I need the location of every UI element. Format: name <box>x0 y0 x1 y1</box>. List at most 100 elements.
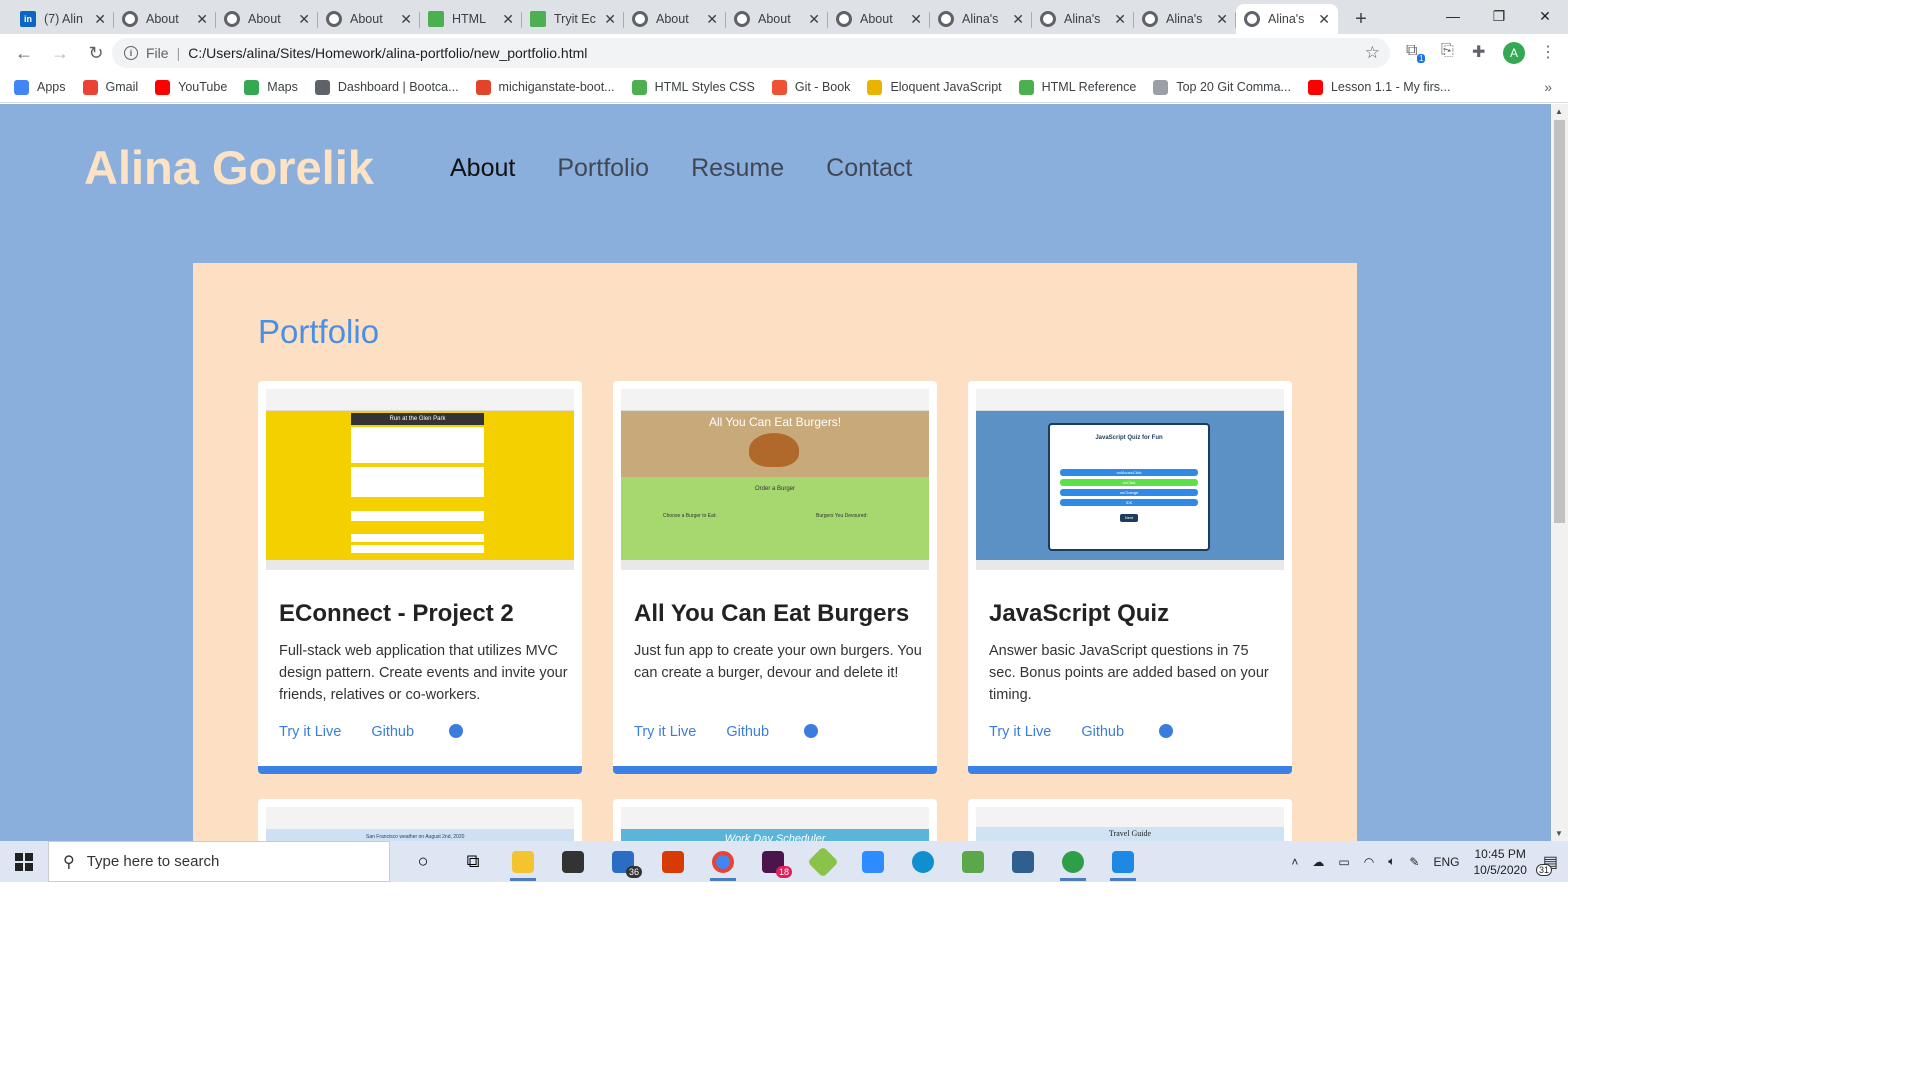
browser-tab[interactable]: About ✕ <box>624 4 726 34</box>
task-view-icon[interactable]: ⧉ <box>448 841 498 882</box>
wifi-icon[interactable]: ◠ <box>1364 855 1374 869</box>
browser-tab[interactable]: Alina's ✕ <box>1236 4 1338 34</box>
try-it-live-link[interactable]: Try it Live <box>279 724 341 740</box>
tab-close-icon[interactable]: ✕ <box>298 11 310 28</box>
bookmark-item[interactable]: Eloquent JavaScript <box>867 79 1002 95</box>
tab-close-icon[interactable]: ✕ <box>1012 11 1024 28</box>
bookmark-star-icon[interactable]: ☆ <box>1365 43 1380 63</box>
bookmark-item[interactable]: Maps <box>244 79 298 95</box>
browser-tab[interactable]: About ✕ <box>216 4 318 34</box>
github-link[interactable]: Github <box>1081 724 1203 740</box>
back-button[interactable]: ← <box>8 37 40 69</box>
browser-tab[interactable]: Alina's ✕ <box>1032 4 1134 34</box>
puzzle-extensions-icon[interactable]: ✚ <box>1472 42 1485 62</box>
nodejs-icon[interactable] <box>948 841 998 882</box>
nav-link-portfolio[interactable]: Portfolio <box>557 154 649 183</box>
scroll-up-arrow-icon[interactable]: ▲ <box>1555 107 1563 116</box>
browser-tab[interactable]: HTML ✕ <box>420 4 522 34</box>
minimize-button[interactable]: — <box>1430 0 1476 32</box>
tab-close-icon[interactable]: ✕ <box>400 11 412 28</box>
restore-button[interactable]: ❐ <box>1476 0 1522 32</box>
extension-icon[interactable]: ⧉ <box>1406 42 1417 60</box>
more-bookmarks-icon[interactable]: » <box>1544 79 1552 95</box>
bookmark-item[interactable]: Apps <box>14 79 66 95</box>
url-text[interactable]: C:/Users/alina/Sites/Homework/alina-port… <box>188 45 587 61</box>
browser-tab[interactable]: About ✕ <box>828 4 930 34</box>
browser-tab[interactable]: Alina's ✕ <box>1134 4 1236 34</box>
bookmark-item[interactable]: HTML Reference <box>1018 79 1136 95</box>
browser-tab[interactable]: About ✕ <box>726 4 828 34</box>
tab-close-icon[interactable]: ✕ <box>808 11 820 28</box>
office-icon[interactable] <box>648 841 698 882</box>
file-explorer-icon[interactable] <box>498 841 548 882</box>
page-scrollbar[interactable]: ▲ ▼ <box>1551 104 1568 841</box>
vscode-icon[interactable] <box>1098 841 1148 882</box>
taskbar-search[interactable]: ⚲ Type here to search <box>48 841 390 882</box>
new-tab-button[interactable]: + <box>1346 4 1376 34</box>
bookmark-item[interactable]: Gmail <box>82 79 138 95</box>
tab-close-icon[interactable]: ✕ <box>910 11 922 28</box>
zoom-icon[interactable] <box>848 841 898 882</box>
copy-extension-icon[interactable]: ⎘ <box>1441 42 1454 60</box>
github-link[interactable]: Github <box>726 724 848 740</box>
browser-tab[interactable]: About ✕ <box>318 4 420 34</box>
tab-title: Alina's <box>1268 12 1305 26</box>
bookmark-item[interactable]: Top 20 Git Comma... <box>1153 79 1291 95</box>
bookmark-item[interactable]: michiganstate-boot... <box>475 79 615 95</box>
onedrive-icon[interactable]: ☁ <box>1312 855 1324 869</box>
gitkraken-icon[interactable] <box>798 841 848 882</box>
tab-close-icon[interactable]: ✕ <box>1114 11 1126 28</box>
forward-button[interactable]: → <box>44 37 76 69</box>
browser-tab[interactable]: Alina's ✕ <box>930 4 1032 34</box>
project-screenshot[interactable]: JavaScript Quiz for Fun onMouseClick onCl… <box>976 389 1284 570</box>
devtool-icon[interactable] <box>998 841 1048 882</box>
nav-link-contact[interactable]: Contact <box>826 154 912 183</box>
edge-icon[interactable] <box>898 841 948 882</box>
chrome-icon[interactable] <box>698 841 748 882</box>
tab-close-icon[interactable]: ✕ <box>604 11 616 28</box>
mail-icon[interactable]: 36 <box>598 841 648 882</box>
bookmark-item[interactable]: YouTube <box>155 79 227 95</box>
pen-icon[interactable]: ✎ <box>1409 855 1419 869</box>
try-it-live-link[interactable]: Try it Live <box>634 724 696 740</box>
clock[interactable]: 10:45 PM 10/5/2020 <box>1473 846 1526 878</box>
slack-icon[interactable]: 18 <box>748 841 798 882</box>
tab-close-icon[interactable]: ✕ <box>502 11 514 28</box>
profile-avatar[interactable]: A <box>1503 42 1525 64</box>
browser-tab[interactable]: Tryit Ec ✕ <box>522 4 624 34</box>
github-link[interactable]: Github <box>371 724 493 740</box>
try-it-live-link[interactable]: Try it Live <box>989 724 1051 740</box>
project-screenshot[interactable]: Run at the Glen Park <box>266 389 574 570</box>
git-gui-icon[interactable] <box>1048 841 1098 882</box>
cortana-icon[interactable]: ○ <box>398 841 448 882</box>
nav-link-about[interactable]: About <box>450 154 515 183</box>
menu-kebab-icon[interactable]: ⋮ <box>1540 42 1556 62</box>
windows-start-button[interactable] <box>0 841 48 882</box>
store-icon[interactable] <box>548 841 598 882</box>
scroll-down-arrow-icon[interactable]: ▼ <box>1555 829 1563 838</box>
tab-close-icon[interactable]: ✕ <box>1216 11 1228 28</box>
bookmark-item[interactable]: HTML Styles CSS <box>631 79 755 95</box>
tray-chevron-icon[interactable]: ˄ <box>1291 855 1298 869</box>
tab-close-icon[interactable]: ✕ <box>196 11 208 28</box>
project-screenshot[interactable]: All You Can Eat Burgers! Order a Burger … <box>621 389 929 570</box>
bookmark-item[interactable]: Dashboard | Bootca... <box>314 79 459 95</box>
nav-link-resume[interactable]: Resume <box>691 154 784 183</box>
browser-tab[interactable]: About ✕ <box>114 4 216 34</box>
address-bar[interactable]: i File | C:/Users/alina/Sites/Homework/a… <box>112 38 1390 68</box>
language-indicator[interactable]: ENG <box>1433 855 1459 869</box>
tab-close-icon[interactable]: ✕ <box>706 11 718 28</box>
notification-center-icon[interactable]: ▤ 31 <box>1535 852 1558 876</box>
volume-icon[interactable]: 🔈︎ <box>1388 854 1395 869</box>
site-info-icon[interactable]: i <box>124 46 138 60</box>
reload-button[interactable]: ↻ <box>80 37 112 69</box>
close-window-button[interactable]: ✕ <box>1522 0 1568 32</box>
bookmark-item[interactable]: Lesson 1.1 - My firs... <box>1307 79 1450 95</box>
browser-tab[interactable]: in (7) Alin ✕ <box>12 4 114 34</box>
battery-icon[interactable]: ▭ <box>1338 855 1349 869</box>
scroll-thumb[interactable] <box>1554 120 1565 523</box>
site-brand[interactable]: Alina Gorelik <box>84 140 374 195</box>
bookmark-item[interactable]: Git - Book <box>771 79 850 95</box>
tab-close-icon[interactable]: ✕ <box>94 11 106 28</box>
tab-close-icon[interactable]: ✕ <box>1318 11 1330 28</box>
